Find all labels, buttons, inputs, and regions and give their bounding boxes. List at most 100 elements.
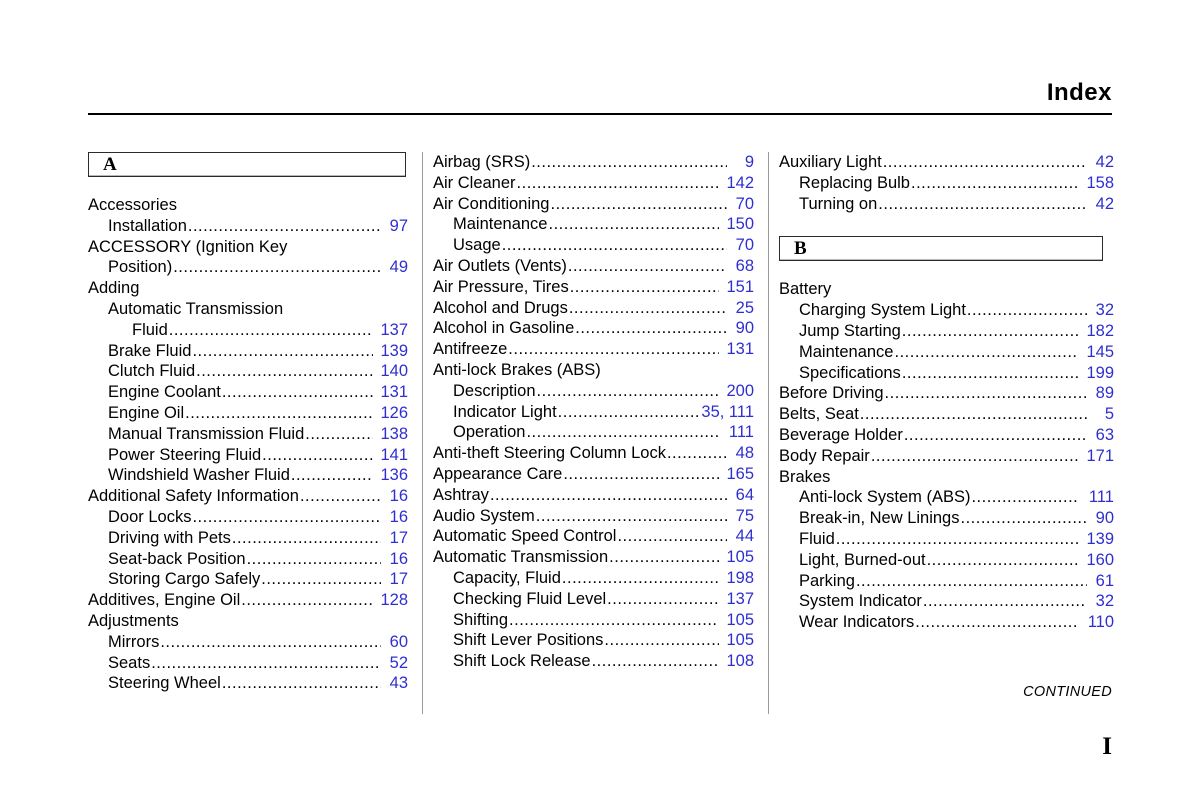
dot-leader: ........................................… [901,363,1079,382]
index-entry[interactable]: Steering Wheel..........................… [88,673,408,694]
index-entry[interactable]: Air Pressure, Tires.....................… [433,277,754,298]
index-entry[interactable]: System Indicator........................… [779,591,1114,612]
dot-leader: ........................................… [509,610,719,629]
index-entry[interactable]: Capacity, Fluid.........................… [433,568,754,589]
index-entry[interactable]: Specifications..........................… [779,363,1114,384]
index-entry-label: Engine Coolant [108,383,221,402]
index-entry[interactable]: Anti-lock System (ABS)..................… [779,487,1114,508]
index-entry[interactable]: Light, Burned-out.......................… [779,550,1114,571]
index-entry-page-number: 42 [1095,153,1114,171]
index-entry[interactable]: Windshield Washer Fluid.................… [88,465,408,486]
dot-leader: ........................................… [878,194,1087,213]
dot-leader: ........................................… [884,384,1087,403]
index-entry[interactable]: Alcohol in Gasoline.....................… [433,318,754,339]
index-entry[interactable]: Additives, Engine Oil...................… [88,590,408,611]
index-entry[interactable]: Brakes..................................… [779,467,1114,488]
dot-leader: ........................................… [550,194,727,213]
index-entry-label: Antifreeze [433,340,508,359]
index-entry[interactable]: Driving with Pets.......................… [88,528,408,549]
index-entry-label: Beverage Holder [779,425,903,444]
index-entry[interactable]: Replacing Bulb..........................… [779,173,1114,194]
index-entry[interactable]: Body Repair.............................… [779,446,1114,467]
index-entry[interactable]: Additional Safety Information...........… [88,486,408,507]
index-entry[interactable]: Mirrors.................................… [88,632,408,653]
index-entry-label: Power Steering Fluid [108,445,262,464]
index-entry-label: Automatic Speed Control [433,527,617,546]
index-entry-page-number: 158 [1086,173,1114,192]
index-entry[interactable]: Indicator Light.........................… [433,402,754,423]
index-entry-label: Capacity, Fluid [453,568,561,587]
index-entry-page-number: 165 [726,464,754,483]
index-entry[interactable]: Engine Coolant..........................… [88,382,408,403]
index-entry[interactable]: Storing Cargo Safely....................… [88,569,408,590]
index-entry[interactable]: Anti-lock Brakes (ABS)..................… [433,360,754,381]
index-entry[interactable]: Maintenance.............................… [433,214,754,235]
index-entry[interactable]: Door Locks..............................… [88,507,408,528]
index-entry[interactable]: Installation............................… [88,216,408,237]
index-entry[interactable]: Brake Fluid.............................… [88,341,408,362]
index-entry[interactable]: Shifting................................… [433,610,754,631]
index-entry[interactable]: Antifreeze..............................… [433,339,754,360]
index-entry[interactable]: Position)...............................… [88,257,408,278]
dot-leader: ........................................… [192,507,381,526]
index-entry[interactable]: Seat-back Position......................… [88,549,408,570]
index-entry-page-number: 136 [380,466,408,485]
index-entry-label: Indicator Light [453,402,557,421]
index-entry-page-number: 60 [389,632,408,651]
index-entry[interactable]: Shift Lever Positions...................… [433,630,754,651]
index-entry[interactable]: Anti-theft Steering Column Lock.........… [433,443,754,464]
index-entry[interactable]: Airbag (SRS)............................… [433,152,754,173]
index-entry[interactable]: Adding..................................… [88,278,408,299]
index-entry-page-number: 64 [735,485,754,504]
index-entry[interactable]: Shift Lock Release......................… [433,651,754,672]
index-entry-label: Driving with Pets [108,528,231,547]
index-entry[interactable]: Alcohol and Drugs.......................… [433,298,754,319]
index-entry[interactable]: Belts, Seat.............................… [779,404,1114,425]
index-entry[interactable]: Ashtray.................................… [433,485,754,506]
index-entry[interactable]: Adjustments.............................… [88,611,408,632]
index-entry[interactable]: Air Conditioning........................… [433,194,754,215]
index-entry[interactable]: Clutch Fluid............................… [88,361,408,382]
index-entry[interactable]: Charging System Light...................… [779,300,1114,321]
dot-leader: ........................................… [489,485,727,504]
index-entry-label: Anti-theft Steering Column Lock [433,444,666,463]
index-entry[interactable]: Automatic Transmission..................… [433,547,754,568]
index-entry[interactable]: Turning on..............................… [779,194,1114,215]
index-entry[interactable]: Engine Oil..............................… [88,403,408,424]
letter-heading-box-a: A [88,152,406,177]
index-entry[interactable]: Checking Fluid Level....................… [433,589,754,610]
index-entry-page-number: 131 [726,340,754,359]
index-entry[interactable]: Usage...................................… [433,235,754,256]
index-entry[interactable]: Beverage Holder.........................… [779,425,1114,446]
index-entry[interactable]: Air Outlets (Vents).....................… [433,256,754,277]
index-entry[interactable]: Auxiliary Light.........................… [779,152,1114,173]
index-entry[interactable]: Jump Starting...........................… [779,321,1114,342]
index-entry[interactable]: Battery.................................… [779,279,1114,300]
index-entry[interactable]: Break-in, New Linings...................… [779,508,1114,529]
index-entry[interactable]: Audio System............................… [433,506,754,527]
index-entry-label: Clutch Fluid [108,362,196,381]
index-entry[interactable]: Automatic Speed Control.................… [433,526,754,547]
index-entry[interactable]: Fluid...................................… [779,529,1114,550]
index-entry[interactable]: Appearance Care.........................… [433,464,754,485]
index-entry[interactable]: Maintenance.............................… [779,342,1114,363]
index-entry[interactable]: Air Cleaner.............................… [433,173,754,194]
index-entry-label: Air Outlets (Vents) [433,256,567,275]
index-entry[interactable]: Accessories.............................… [88,195,408,216]
index-entry[interactable]: Description.............................… [433,381,754,402]
index-entry[interactable]: Seats...................................… [88,653,408,674]
index-entry[interactable]: Power Steering Fluid....................… [88,445,408,466]
index-entry[interactable]: Automatic Transmission..................… [88,299,408,320]
index-entry[interactable]: Fluid...................................… [88,320,408,341]
index-entry[interactable]: Before Driving..........................… [779,383,1114,404]
index-entry-label: Storing Cargo Safely [108,570,261,589]
index-entry[interactable]: Manual Transmission Fluid...............… [88,424,408,445]
dot-leader: ........................................… [261,570,381,589]
index-entry[interactable]: Wear Indicators.........................… [779,612,1114,633]
index-entry[interactable]: Parking.................................… [779,571,1114,592]
index-entry-label: Door Locks [108,507,192,526]
index-entry[interactable]: Operation...............................… [433,422,754,443]
index-entry[interactable]: ACCESSORY (Ignition Key.................… [88,237,408,258]
dot-leader: ........................................… [915,613,1079,632]
index-entry-page-number: 32 [1095,301,1114,320]
